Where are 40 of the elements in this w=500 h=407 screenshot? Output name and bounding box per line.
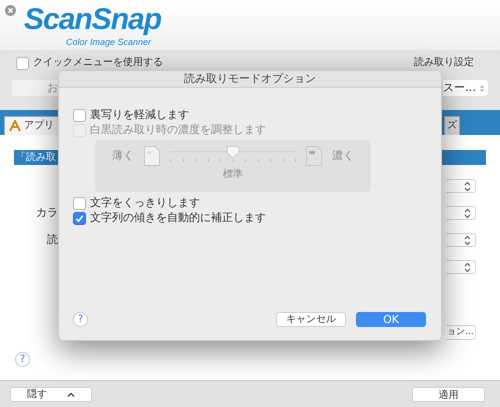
caret-up-icon <box>67 392 75 396</box>
tab[interactable]: アプリ <box>4 116 59 135</box>
option-label: 白黒読み取り時の濃度を調整します <box>90 122 266 138</box>
apply-button[interactable]: 適用 <box>412 386 485 402</box>
chevron-icon <box>464 262 471 272</box>
light-label: 薄く <box>112 148 134 164</box>
close-icon[interactable] <box>5 5 16 16</box>
checkbox[interactable] <box>73 197 86 210</box>
select-field[interactable] <box>446 206 476 220</box>
select-field[interactable] <box>446 233 476 247</box>
option-label: 文字列の傾きを自動的に補正します <box>90 210 266 226</box>
checkbox[interactable] <box>16 56 29 70</box>
select-field[interactable] <box>446 179 476 193</box>
help-button[interactable]: ? <box>73 312 88 327</box>
form-label: 読 <box>46 232 58 248</box>
hide-button[interactable]: 隠す <box>10 386 92 402</box>
form-label: カラ <box>35 204 58 221</box>
settings-label: 読み取り設定 <box>414 57 474 69</box>
checkbox[interactable] <box>73 212 86 225</box>
select-field[interactable] <box>446 260 476 274</box>
options-button[interactable]: ョン... <box>446 325 476 340</box>
tab[interactable]: ズ <box>444 116 460 135</box>
checkbox[interactable] <box>73 109 86 122</box>
document-icon <box>144 146 160 166</box>
document-icon <box>306 146 322 166</box>
option-label: 文字をくっきりします <box>90 195 200 212</box>
logo-subtitle: Color Image Scanner <box>66 37 152 47</box>
quick-menu-label: クイックメニューを使用する <box>33 57 163 69</box>
profile-select[interactable]: スー… <box>443 80 488 96</box>
cancel-button[interactable]: キャンセル <box>276 312 346 327</box>
option-label: 裏写りを軽減します <box>90 107 189 124</box>
chevron-icon <box>464 234 471 246</box>
logo: ScanSnap <box>24 7 162 33</box>
chevron-icon <box>464 180 471 192</box>
help-button[interactable]: ? <box>15 352 30 367</box>
chevron-icon <box>464 208 471 218</box>
standard-label: 標準 <box>223 168 243 182</box>
dialog-title: 読み取りモードオプション <box>184 70 316 87</box>
dark-label: 濃く <box>332 148 354 164</box>
app-icon <box>9 120 21 132</box>
